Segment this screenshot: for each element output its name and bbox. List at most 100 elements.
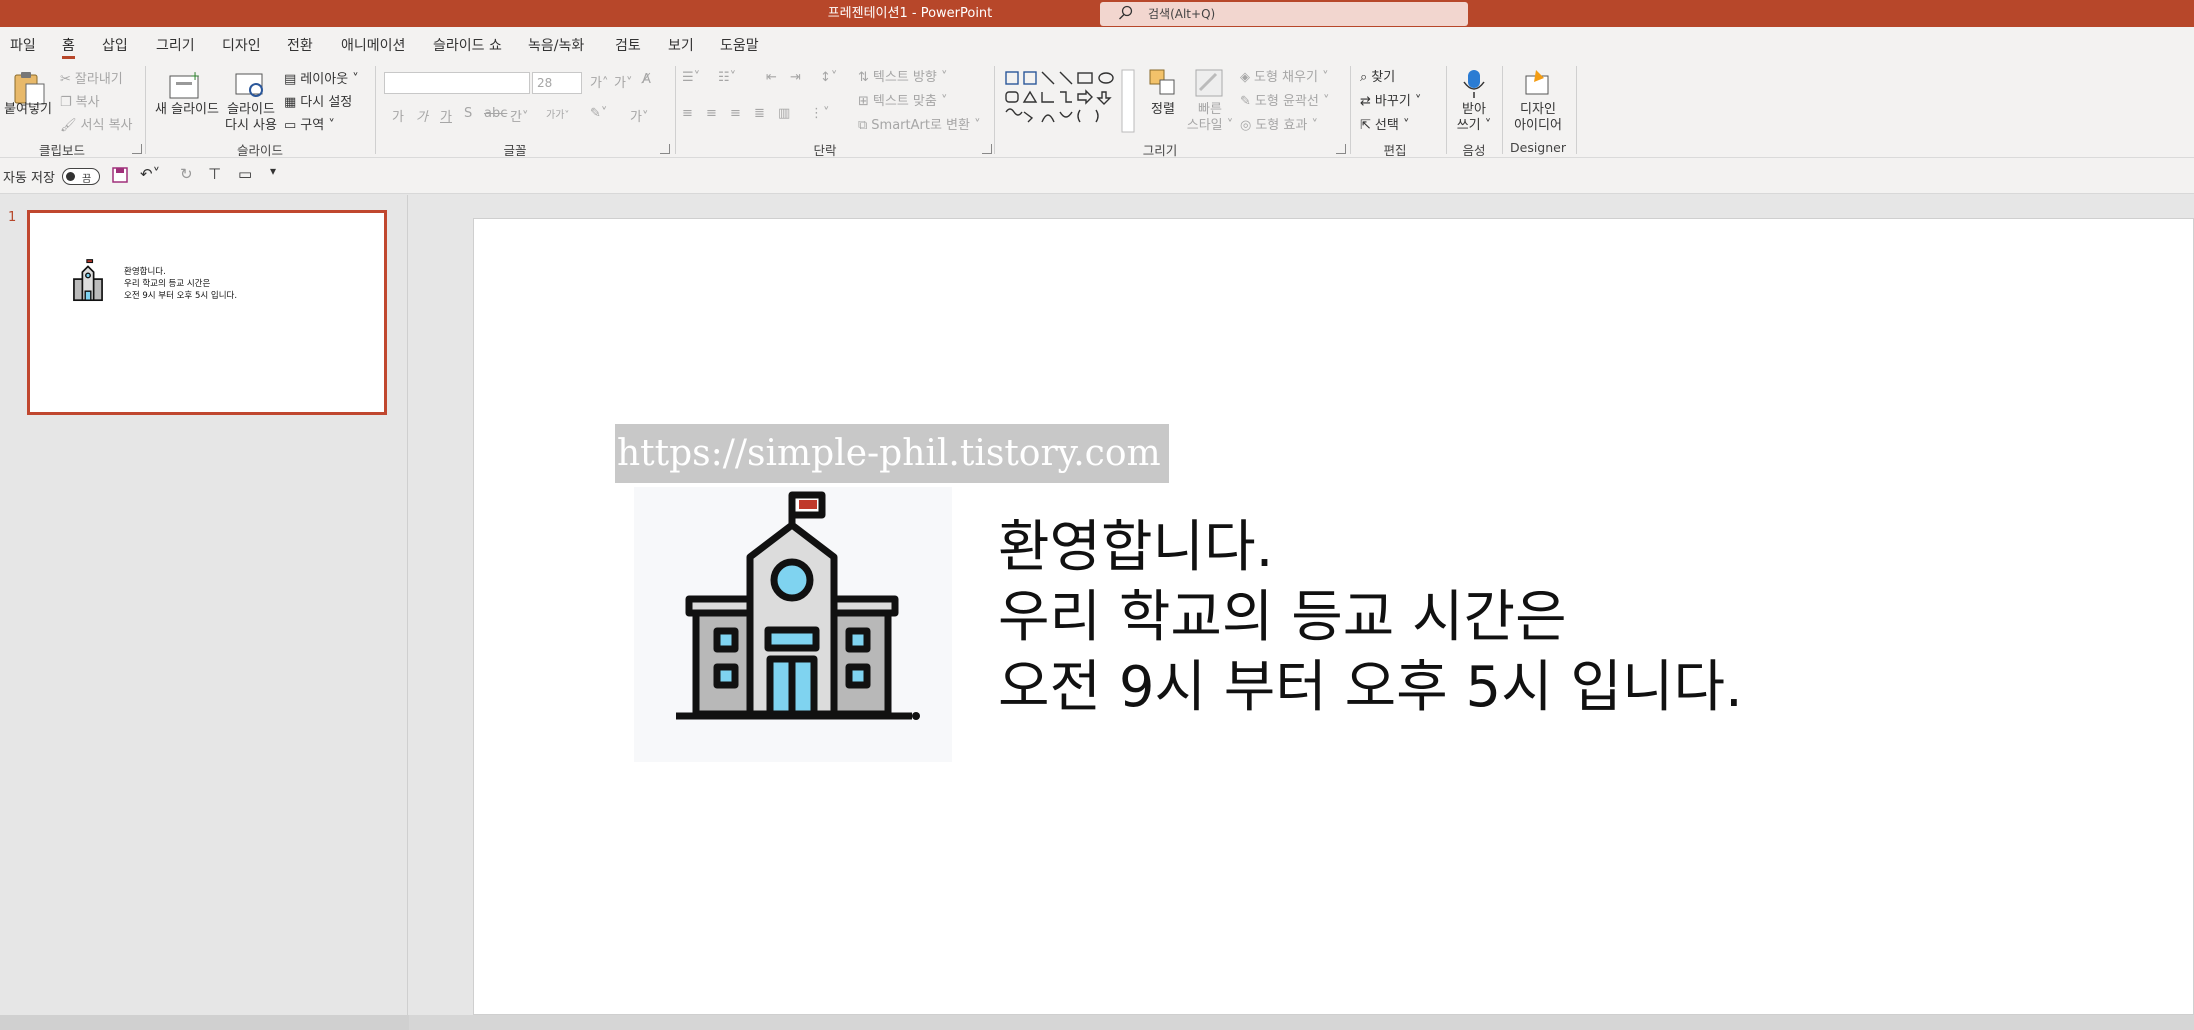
align-right-button[interactable]: ≡ (730, 106, 741, 121)
scissors-icon: ✂ (60, 72, 71, 87)
copy-button[interactable]: ❐ 복사 (60, 91, 100, 110)
open-folder-icon[interactable]: ▭ (238, 165, 252, 183)
layout-button[interactable]: ▤ 레이아웃 ˅ (284, 68, 359, 87)
paste-button[interactable]: 붙여넣기 (2, 102, 54, 118)
effects-icon: ◎ (1240, 118, 1252, 133)
spacing-button[interactable]: 간˅ (510, 106, 528, 125)
justify-button[interactable]: ≣ (754, 106, 765, 121)
toggle-state: 끔 (82, 174, 92, 185)
shadow-button[interactable]: S (464, 106, 472, 121)
thumb-text-line: 우리 학교의 등교 시간은 (124, 279, 211, 289)
align-left-button[interactable]: ≡ (682, 106, 693, 121)
drawing-group-label: 그리기 (1142, 143, 1178, 158)
arrange-button[interactable]: 정렬 (1140, 102, 1186, 118)
tab-draw[interactable]: 그리기 (156, 35, 195, 59)
underline-button[interactable]: 가 (440, 106, 452, 125)
designer-group-label: Designer (1510, 140, 1566, 155)
find-button[interactable]: ⌕ 찾기 (1360, 66, 1395, 85)
microphone-icon (1463, 70, 1485, 98)
tab-file[interactable]: 파일 (10, 35, 36, 59)
align-text-icon: ⊞ (858, 94, 869, 109)
arrange-icon (1149, 69, 1175, 95)
format-painter-button[interactable]: 🖌 서식 복사 (60, 114, 133, 133)
reset-button[interactable]: ▦ 다시 설정 (284, 91, 352, 110)
design-ideas-button[interactable]: 디자인 아이디어 (1506, 102, 1570, 134)
clear-format-button[interactable]: A̸ (642, 72, 651, 87)
shape-effects-button[interactable]: ◎ 도형 효과 ˅ (1240, 114, 1318, 133)
autosave-toggle[interactable]: 끔 (62, 168, 100, 185)
tab-animations[interactable]: 애니메이션 (341, 35, 405, 59)
redo-icon[interactable]: ↻ (180, 165, 193, 183)
drawing-launcher-icon[interactable] (1336, 144, 1346, 154)
paragraph-launcher-icon[interactable] (982, 144, 992, 154)
horizontal-scrollbar[interactable] (409, 1015, 2194, 1030)
school-icon (676, 491, 920, 720)
grow-font-button[interactable]: 가˄ (590, 72, 608, 91)
distribute-button[interactable]: ⋮˅ (810, 106, 830, 121)
slide-text-line[interactable]: 우리 학교의 등교 시간은 (998, 572, 1567, 653)
customize-qat-icon[interactable]: ▾ (270, 164, 276, 178)
editing-group-label: 편집 (1383, 143, 1407, 158)
select-button[interactable]: ⇱ 선택 ˅ (1360, 114, 1409, 133)
reset-icon: ▦ (284, 95, 297, 110)
tab-slideshow[interactable]: 슬라이드 쇼 (433, 35, 502, 59)
pen-icon: ✎ (1240, 94, 1251, 109)
highlight-button[interactable]: ✎˅ (590, 106, 607, 121)
align-center-button[interactable]: ≡ (706, 106, 717, 121)
tab-transitions[interactable]: 전환 (287, 35, 313, 59)
text-direction-icon: ⇅ (858, 70, 869, 85)
smartart-button[interactable]: ⧉ SmartArt로 변환 ˅ (858, 114, 981, 133)
tab-home[interactable]: 홈 (62, 35, 75, 59)
reuse-slides-button[interactable]: 슬라이드 다시 사용 (222, 102, 280, 134)
tab-design[interactable]: 디자인 (222, 35, 261, 59)
ribbon: 붙여넣기 ✂ 잘라내기 ❐ 복사 🖌 서식 복사 클립보드 + 새 슬라이드 슬라이드… (0, 62, 2194, 158)
undo-icon[interactable]: ↶˅ (140, 165, 160, 183)
shapes-gallery-icon[interactable] (1002, 68, 1138, 134)
decrease-indent-button[interactable]: ⇤ (766, 70, 777, 85)
section-button[interactable]: ▭ 구역 ˅ (284, 114, 335, 133)
font-launcher-icon[interactable] (660, 144, 670, 154)
strikethrough-button[interactable]: abc (484, 106, 507, 121)
replace-button[interactable]: ⇄ 바꾸기 ˅ (1360, 90, 1421, 109)
tab-help[interactable]: 도움말 (720, 35, 759, 59)
bold-button[interactable]: 가 (392, 106, 404, 125)
line-spacing-button[interactable]: ↕˅ (820, 70, 837, 85)
new-slide-button[interactable]: 새 슬라이드 (152, 102, 222, 118)
school-image[interactable] (634, 487, 952, 762)
numbering-button[interactable]: ☷˅ (718, 70, 736, 85)
menu-bar: 파일 홈 삽입 그리기 디자인 전환 애니메이션 슬라이드 쇼 녹음/녹화 검토… (0, 27, 2194, 62)
case-button[interactable]: 가가˅ (546, 106, 569, 121)
quick-access-toolbar: 자동 저장 ↶˅ ↻ ⊤ ▭ ▾ (0, 158, 2194, 194)
slide-text-line[interactable]: 환영합니다. (998, 502, 1273, 583)
bullets-button[interactable]: ☰˅ (682, 70, 700, 85)
slide-text-line[interactable]: 오전 9시 부터 오후 5시 입니다. (998, 642, 1743, 723)
cut-button[interactable]: ✂ 잘라내기 (60, 68, 123, 87)
shape-outline-button[interactable]: ✎ 도형 윤곽선 ˅ (1240, 90, 1329, 109)
tab-review[interactable]: 검토 (615, 35, 641, 59)
columns-button[interactable]: ▥ (778, 106, 790, 121)
tab-insert[interactable]: 삽입 (102, 35, 128, 59)
magnifier-icon: ⌕ (1360, 70, 1368, 85)
tab-record[interactable]: 녹음/녹화 (528, 35, 584, 59)
font-name-combo[interactable] (384, 72, 530, 94)
increase-indent-button[interactable]: ⇥ (790, 70, 801, 85)
shape-fill-button[interactable]: ◈ 도형 채우기 ˅ (1240, 66, 1329, 85)
quick-styles-button[interactable]: 빠른 스타일 ˅ (1182, 102, 1238, 134)
divider (1502, 66, 1503, 154)
divider (1350, 66, 1351, 154)
tab-view[interactable]: 보기 (668, 35, 694, 59)
present-icon[interactable]: ⊤ (208, 165, 221, 183)
italic-button[interactable]: 가 (416, 106, 428, 125)
font-color-button[interactable]: 가˅ (630, 106, 648, 125)
voice-group-label: 음성 (1462, 143, 1486, 158)
text-direction-button[interactable]: ⇅ 텍스트 방향 ˅ (858, 66, 947, 85)
slide-thumbnail[interactable]: 환영합니다. 우리 학교의 등교 시간은 오전 9시 부터 오후 5시 입니다. (27, 210, 387, 415)
search-input[interactable]: 검색(Alt+Q) (1100, 2, 1468, 26)
clipboard-launcher-icon[interactable] (132, 144, 142, 154)
align-text-button[interactable]: ⊞ 텍스트 맞춤 ˅ (858, 90, 947, 109)
shrink-font-button[interactable]: 가˅ (614, 72, 632, 91)
save-icon[interactable] (112, 167, 128, 183)
status-strip (0, 1015, 409, 1030)
font-size-combo[interactable]: 28 (532, 72, 582, 94)
dictate-button[interactable]: 받아 쓰기 ˅ (1450, 102, 1498, 134)
